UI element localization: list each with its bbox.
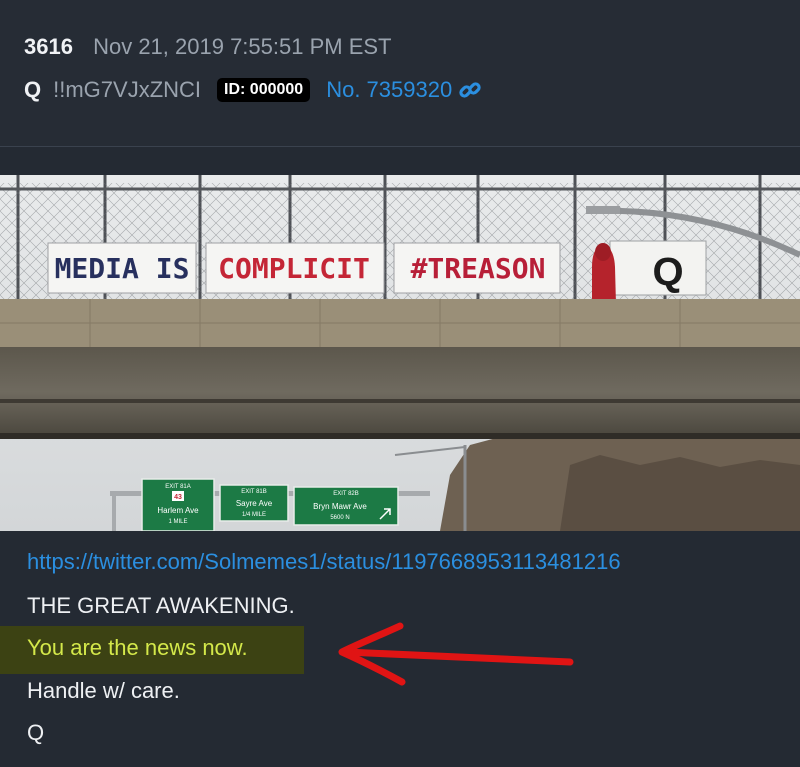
post-tripcode: !!mG7VJxZNCI <box>53 77 202 102</box>
sign-exit-82b: EXIT 82B <box>333 491 359 497</box>
post-author-row: Q !!mG7VJxZNCI ID: 000000 No. 7359320 <box>24 76 482 104</box>
sign-sayre-ave: Sayre Ave <box>236 499 273 508</box>
sign-bryn-mawr-distance: 5600 N <box>330 515 349 521</box>
sign-bryn-mawr-ave: Bryn Mawr Ave <box>313 502 367 511</box>
id-badge: ID: 000000 <box>217 78 311 102</box>
banner-complicit: COMPLICIT <box>218 252 370 285</box>
red-arrow-annotation <box>338 622 574 686</box>
body-line-3: Handle w/ care. <box>27 678 180 703</box>
banner-treason: #TREASON <box>411 252 546 285</box>
post-timestamp: Nov 21, 2019 7:55:51 PM EST <box>93 34 392 59</box>
sign-harlem-ave: Harlem Ave <box>157 506 199 515</box>
post-number: 3616 <box>24 34 73 59</box>
body-signature: Q <box>27 720 45 745</box>
sign-route-43: 43 <box>174 494 182 501</box>
header-divider <box>0 146 800 147</box>
post-image[interactable]: MEDIA IS COMPLICIT #TREASON Q EXIT 81A 4… <box>0 175 800 531</box>
sign-exit-81a: EXIT 81A <box>165 484 191 490</box>
body-line-1: THE GREAT AWAKENING. <box>27 593 295 618</box>
post-header: 3616 Nov 21, 2019 7:55:51 PM EST Q !!mG7… <box>0 0 800 146</box>
banner-q: Q <box>652 250 683 294</box>
post-number-link[interactable]: No. 7359320 <box>326 76 452 104</box>
sign-exit-81b: EXIT 81B <box>241 489 267 495</box>
post-author: Q <box>24 77 42 102</box>
tweet-link[interactable]: https://twitter.com/Solmemes1/status/119… <box>27 548 621 576</box>
highlighted-line: You are the news now. <box>27 635 248 660</box>
sign-harlem-distance: 1 MILE <box>168 519 187 525</box>
sign-sayre-distance: 1/4 MILE <box>242 512 266 518</box>
post-meta-row: 3616 Nov 21, 2019 7:55:51 PM EST <box>24 33 391 61</box>
link-icon[interactable] <box>458 78 482 102</box>
banner-media-is: MEDIA IS <box>55 252 190 285</box>
